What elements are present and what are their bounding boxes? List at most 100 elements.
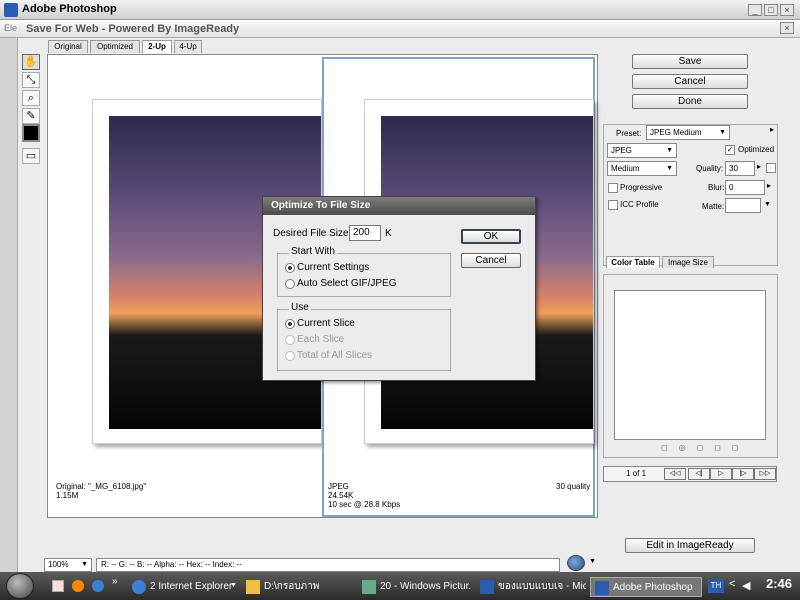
color-table-panel: ◻◎◻◻◻ <box>603 274 778 458</box>
taskbar-item-label: 2 Internet Explorer <box>150 581 233 592</box>
browser-preview-icon[interactable] <box>567 555 585 571</box>
format-value: JPEG <box>611 146 632 155</box>
last-frame-icon[interactable]: ▷▷ <box>754 468 776 480</box>
done-button[interactable]: Done <box>632 94 748 109</box>
picture-viewer-icon <box>362 580 376 594</box>
tab-optimized[interactable]: Optimized <box>90 40 140 53</box>
toggle-slices-icon[interactable]: ▭ <box>22 148 40 164</box>
taskbar-item-picture-viewer[interactable]: 20 - Windows Pictur... <box>358 577 472 597</box>
color-table-icons[interactable]: ◻◎◻◻◻ <box>661 443 750 452</box>
minimize-icon[interactable]: _ <box>748 4 762 16</box>
next-frame-icon[interactable]: |▷ <box>732 468 754 480</box>
chevron-down-icon[interactable]: ▼ <box>589 558 596 565</box>
download-time: 10 sec @ 28.8 Kbps <box>328 500 401 509</box>
preset-label: Preset: <box>616 129 642 138</box>
left-strip <box>0 38 18 572</box>
eyedropper-tool-icon[interactable]: ✎ <box>22 108 40 124</box>
taskbar-item-label: D:\กรอบภาพ <box>264 581 320 592</box>
taskbar-item-label: ของแบบแบบเจ - Micros... <box>498 581 586 592</box>
current-settings-label[interactable]: Current Settings <box>297 262 369 273</box>
language-indicator[interactable]: TH <box>708 579 724 593</box>
zoom-dropdown[interactable]: 100% ▼ <box>44 558 92 572</box>
maximize-icon[interactable]: □ <box>764 4 778 16</box>
quicklaunch-icon[interactable] <box>52 580 64 592</box>
arrow-right-icon[interactable]: ▸ <box>757 162 761 171</box>
slice-select-tool-icon[interactable]: ⤡ <box>22 72 40 88</box>
tab-color-table[interactable]: Color Table <box>606 256 660 268</box>
size-unit-label: K <box>385 228 392 239</box>
format-dropdown[interactable]: JPEG ▼ <box>607 143 677 158</box>
close-icon[interactable]: × <box>780 22 794 34</box>
taskbar-item-label: 20 - Windows Pictur... <box>380 581 472 592</box>
edit-in-imageready-button[interactable]: Edit in ImageReady <box>625 538 755 553</box>
matte-dropdown[interactable] <box>725 198 761 213</box>
clock: 2:46 <box>765 576 792 591</box>
cancel-button[interactable]: Cancel <box>461 253 521 268</box>
auto-select-label[interactable]: Auto Select GIF/JPEG <box>297 278 396 289</box>
icc-profile-checkbox[interactable] <box>608 200 618 210</box>
original-info: Original: "_MG_6108.jpg" 1.15M <box>56 482 146 500</box>
optimize-file-size-dialog: Optimize To File Size Desired File Size:… <box>262 196 536 381</box>
chevron-down-icon[interactable]: ▼ <box>764 201 771 208</box>
total-slices-label: Total of All Slices <box>297 350 373 361</box>
color-info-bar: R: -- G: -- B: -- Alpha: -- Hex: -- Inde… <box>96 558 560 572</box>
quality-level-value: Medium <box>611 164 640 173</box>
cancel-button[interactable]: Cancel <box>632 74 748 89</box>
close-icon[interactable]: × <box>780 4 794 16</box>
tab-image-size[interactable]: Image Size <box>662 256 714 268</box>
taskbar-item-label: Adobe Photoshop <box>613 582 693 593</box>
firefox-icon[interactable] <box>72 580 84 592</box>
chevron-down-icon: ▼ <box>666 165 673 172</box>
ok-button[interactable]: OK <box>461 229 521 244</box>
arrow-right-icon[interactable]: ▸ <box>767 181 771 190</box>
taskbar-item-word[interactable]: ของแบบแบบเจ - Micros... <box>476 577 586 597</box>
app-titlebar: Adobe Photoshop _ □ × <box>0 0 800 20</box>
optimized-label: Optimized <box>738 145 775 154</box>
quality-input[interactable]: 30 <box>725 161 755 176</box>
current-slice-radio[interactable] <box>285 319 295 329</box>
play-icon[interactable]: ▷ <box>710 468 732 480</box>
each-slice-radio <box>285 335 295 345</box>
dialog-title: Optimize To File Size <box>263 197 535 215</box>
taskbar-item-ie[interactable]: 2 Internet Explorer <box>128 577 236 597</box>
auto-select-radio[interactable] <box>285 279 295 289</box>
desired-size-input[interactable]: 200 <box>349 225 381 241</box>
eyedropper-color-swatch[interactable] <box>22 124 40 142</box>
panel-menu-icon[interactable]: ▸ <box>770 125 774 134</box>
settings-panel: Preset: JPEG Medium ▼ ▸ JPEG ▼ ✓ Optimized… <box>603 124 778 266</box>
blur-input[interactable]: 0 <box>725 180 765 195</box>
app-title: Adobe Photoshop <box>22 3 117 15</box>
hand-tool-icon[interactable]: ✋ <box>22 54 40 70</box>
start-with-title: Start With <box>289 246 337 257</box>
total-slices-radio <box>285 351 295 361</box>
prev-frame-icon[interactable]: ◁| <box>688 468 710 480</box>
tab-2-up[interactable]: 2-Up <box>142 40 172 53</box>
folder-icon <box>246 580 260 594</box>
current-settings-radio[interactable] <box>285 263 295 273</box>
current-slice-label[interactable]: Current Slice <box>297 318 355 329</box>
tab-original[interactable]: Original <box>48 40 88 53</box>
progressive-checkbox[interactable] <box>608 183 618 193</box>
chevron-down-icon[interactable]: ▼ <box>230 582 237 589</box>
quality-level-dropdown[interactable]: Medium ▼ <box>607 161 677 176</box>
each-slice-label: Each Slice <box>297 334 345 345</box>
taskbar: » 2 Internet Explorer ▼ D:\กรอบภาพ 20 - … <box>0 572 800 600</box>
chevron-right-icon[interactable]: » <box>112 576 118 587</box>
first-frame-icon[interactable]: ◁◁ <box>664 468 686 480</box>
optimized-format: JPEG <box>328 482 349 491</box>
quality-channel-icon[interactable] <box>766 163 776 173</box>
ie-icon <box>132 580 146 594</box>
zoom-tool-icon[interactable]: ⌕ <box>22 90 40 106</box>
volume-icon[interactable]: ◀ <box>742 579 750 592</box>
taskbar-item-photoshop[interactable]: Adobe Photoshop <box>590 577 702 597</box>
optimized-checkbox[interactable]: ✓ <box>725 145 735 155</box>
tab-4-up[interactable]: 4-Up <box>174 40 202 53</box>
start-button[interactable] <box>6 573 34 599</box>
save-button[interactable]: Save <box>632 54 748 69</box>
preset-dropdown[interactable]: JPEG Medium ▼ <box>646 125 730 140</box>
blur-label: Blur: <box>708 183 725 192</box>
chevron-left-icon[interactable]: < <box>729 578 735 590</box>
taskbar-item-folder[interactable]: D:\กรอบภาพ <box>242 577 352 597</box>
photoshop-icon <box>595 581 609 595</box>
ie-icon[interactable] <box>92 580 104 592</box>
